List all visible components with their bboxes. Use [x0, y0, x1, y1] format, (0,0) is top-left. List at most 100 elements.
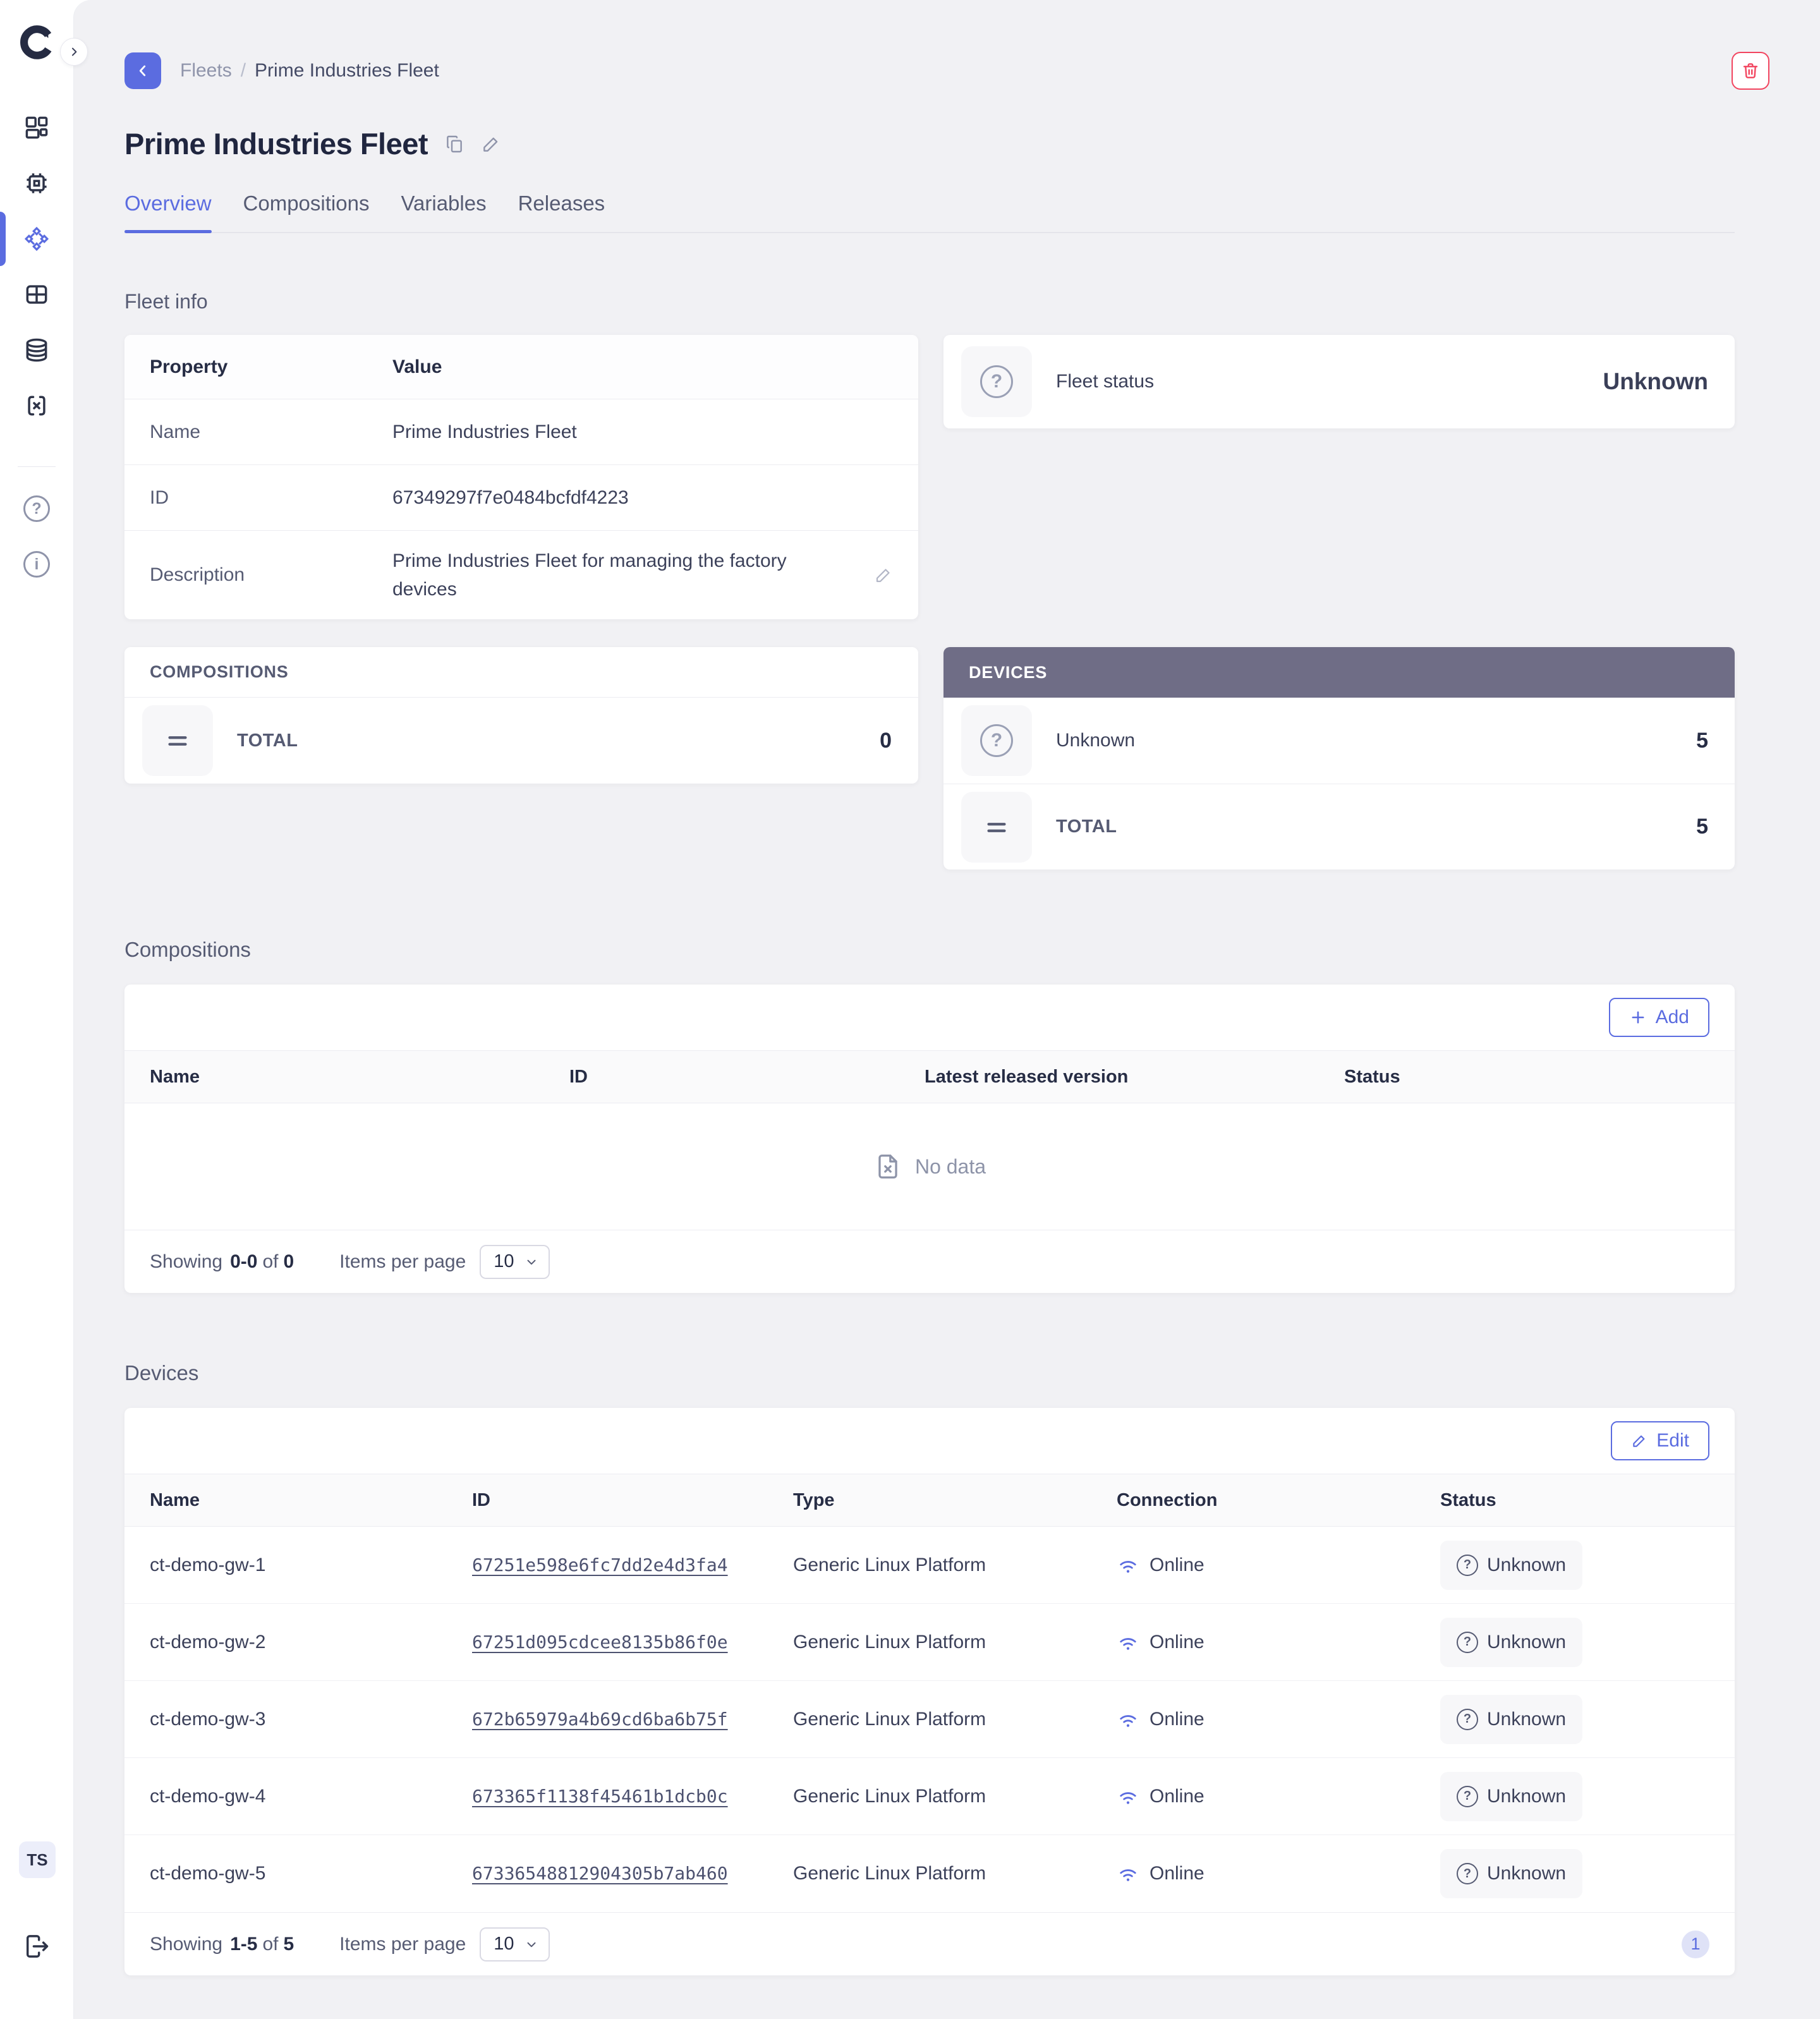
column-connection: Connection — [1117, 1490, 1440, 1511]
help-icon: ? — [23, 495, 50, 522]
devices-pagination: Showing 1-5 of 5 Items per page 10 1 — [124, 1912, 1735, 1975]
back-button[interactable] — [124, 52, 161, 89]
device-type: Generic Linux Platform — [793, 1555, 1117, 1576]
page-title: Prime Industries Fleet — [124, 126, 428, 161]
sidebar-item-compositions[interactable] — [23, 281, 51, 308]
fleet-info-label: Fleet info — [124, 290, 1769, 313]
question-circle-icon: ? — [1457, 1786, 1478, 1807]
edit-devices-button[interactable]: Edit — [1611, 1421, 1709, 1460]
column-value: Value — [392, 356, 858, 378]
devices-unknown-row: ? Unknown 5 — [943, 698, 1735, 784]
column-name: Name — [150, 1490, 472, 1511]
fleet-info-card: Property Value Name Prime Industries Fle… — [124, 335, 918, 619]
wifi-icon — [1117, 1631, 1139, 1654]
summary-grid: COMPOSITIONS TOTAL 0 DEVICES ? Unknown 5 — [124, 647, 1735, 870]
items-per-page-select[interactable]: 10 — [480, 1927, 549, 1961]
no-data-label: No data — [915, 1155, 986, 1179]
device-connection: Online — [1117, 1862, 1440, 1885]
database-icon — [23, 336, 51, 364]
devices-total-row: TOTAL 5 — [943, 784, 1735, 870]
sidebar-item-info[interactable]: i — [23, 550, 51, 578]
add-composition-button[interactable]: Add — [1609, 998, 1709, 1037]
compositions-card: Add Name ID Latest released version Stat… — [124, 985, 1735, 1293]
sidebar-divider — [18, 466, 56, 467]
grid-icon — [23, 281, 51, 308]
items-per-page-label: Items per page — [339, 1934, 466, 1955]
tab-variables[interactable]: Variables — [401, 191, 486, 232]
device-id-link[interactable]: 67251d095cdcee8135b86f0e — [472, 1632, 728, 1652]
sidebar-item-registry[interactable] — [23, 336, 51, 364]
column-latest-released-version: Latest released version — [925, 1067, 1344, 1088]
page-number-badge[interactable]: 1 — [1682, 1931, 1709, 1958]
total-icon — [163, 726, 192, 755]
user-avatar[interactable]: TS — [19, 1841, 56, 1878]
column-property: Property — [150, 356, 392, 378]
column-status: Status — [1440, 1490, 1709, 1511]
fleet-icon — [23, 225, 51, 253]
trash-icon — [1740, 61, 1761, 81]
question-circle-icon: ? — [980, 365, 1013, 398]
no-data-state: No data — [124, 1103, 1735, 1230]
device-id-link[interactable]: 67251e598e6fc7dd2e4d3fa4 — [472, 1555, 728, 1575]
sidebar-item-help[interactable]: ? — [23, 495, 51, 523]
device-id-link[interactable]: 672b65979a4b69cd6ba6b75f — [472, 1709, 728, 1730]
device-name: ct-demo-gw-4 — [150, 1786, 472, 1807]
column-name: Name — [150, 1067, 569, 1088]
logout-button[interactable] — [23, 1932, 51, 1960]
copy-icon[interactable] — [444, 134, 464, 154]
chevron-down-icon — [525, 1937, 538, 1951]
device-type: Generic Linux Platform — [793, 1709, 1117, 1730]
device-id-link[interactable]: 67336548812904305b7ab460 — [472, 1863, 728, 1884]
compositions-pagination: Showing 0-0 of 0 Items per page 10 — [124, 1230, 1735, 1293]
chevron-right-icon — [68, 45, 80, 58]
code-x-icon — [23, 392, 51, 420]
header-row: Fleets / Prime Industries Fleet — [124, 0, 1769, 90]
device-type: Generic Linux Platform — [793, 1786, 1117, 1807]
sidebar-collapse-button[interactable] — [60, 38, 88, 66]
table-row: ct-demo-gw-3 672b65979a4b69cd6ba6b75f Ge… — [124, 1681, 1735, 1758]
wifi-icon — [1117, 1708, 1139, 1731]
column-id: ID — [472, 1490, 793, 1511]
sidebar-item-fleets[interactable] — [23, 225, 51, 253]
question-circle-icon: ? — [1457, 1863, 1478, 1884]
total-icon-chip — [142, 705, 213, 776]
device-name: ct-demo-gw-3 — [150, 1709, 472, 1730]
question-circle-icon: ? — [1457, 1555, 1478, 1576]
table-row: ct-demo-gw-5 67336548812904305b7ab460 Ge… — [124, 1835, 1735, 1912]
info-icon: i — [23, 551, 50, 578]
device-connection: Online — [1117, 1631, 1440, 1654]
device-connection: Online — [1117, 1554, 1440, 1577]
status-badge: ? Unknown — [1440, 1541, 1582, 1590]
devices-card: Edit Name ID Type Connection Status ct-d… — [124, 1408, 1735, 1975]
fleet-status-icon-chip: ? — [961, 346, 1032, 417]
edit-title-icon[interactable] — [481, 134, 501, 154]
sidebar-item-variables[interactable] — [23, 392, 51, 420]
device-type: Generic Linux Platform — [793, 1632, 1117, 1653]
edit-description-icon[interactable] — [874, 566, 893, 585]
device-type: Generic Linux Platform — [793, 1863, 1117, 1884]
sidebar-item-dashboard[interactable] — [23, 114, 51, 142]
fleet-info-row-id: ID 67349297f7e0484bcfdf4223 — [124, 465, 918, 531]
sidebar-item-devices[interactable] — [23, 169, 51, 197]
compositions-summary-card: COMPOSITIONS TOTAL 0 — [124, 647, 918, 784]
breadcrumb-fleets-link[interactable]: Fleets — [180, 60, 232, 82]
devices-section-label: Devices — [124, 1361, 1769, 1385]
column-type: Type — [793, 1490, 1117, 1511]
devices-table-body: ct-demo-gw-1 67251e598e6fc7dd2e4d3fa4 Ge… — [124, 1527, 1735, 1912]
items-per-page-select[interactable]: 10 — [480, 1245, 549, 1279]
question-circle-icon: ? — [1457, 1632, 1478, 1653]
devices-summary-card: DEVICES ? Unknown 5 TOTAL 5 — [943, 647, 1735, 870]
tab-compositions[interactable]: Compositions — [243, 191, 370, 232]
tab-releases[interactable]: Releases — [518, 191, 605, 232]
devices-table-header: Name ID Type Connection Status — [124, 1474, 1735, 1527]
title-row: Prime Industries Fleet — [124, 126, 1769, 161]
delete-fleet-button[interactable] — [1732, 52, 1769, 90]
table-row: ct-demo-gw-2 67251d095cdcee8135b86f0e Ge… — [124, 1604, 1735, 1681]
devices-toolbar: Edit — [124, 1408, 1735, 1474]
tab-overview[interactable]: Overview — [124, 191, 212, 232]
compositions-summary-header: COMPOSITIONS — [124, 647, 918, 698]
column-status: Status — [1344, 1067, 1709, 1088]
device-id-link[interactable]: 673365f1138f45461b1dcb0c — [472, 1786, 728, 1807]
total-icon-chip — [961, 792, 1032, 863]
wifi-icon — [1117, 1862, 1139, 1885]
